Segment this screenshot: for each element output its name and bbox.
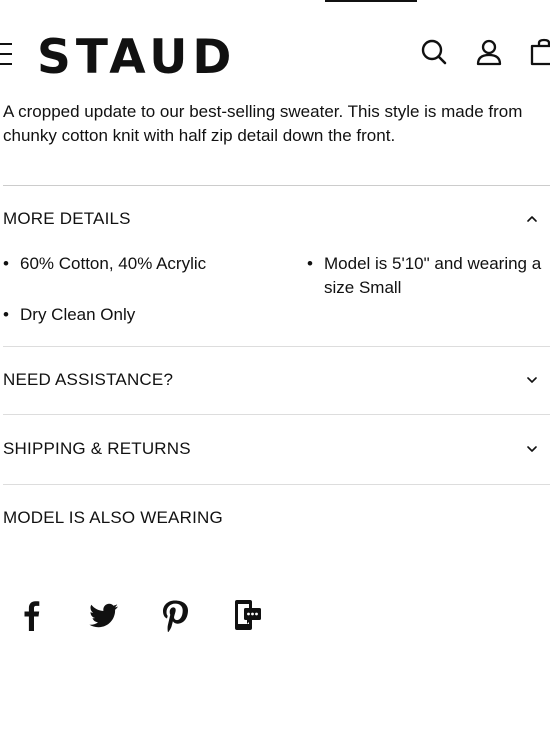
pinterest-icon[interactable] — [158, 598, 192, 632]
divider — [3, 484, 550, 485]
shipping-returns-title: SHIPPING & RETURNS — [3, 439, 191, 458]
divider — [3, 185, 550, 186]
search-icon[interactable] — [420, 38, 448, 66]
share-phone-icon[interactable] — [230, 598, 264, 632]
product-description: A cropped update to our best-selling swe… — [3, 102, 523, 145]
site-header: STAUD — [0, 0, 550, 100]
chevron-up-icon — [527, 216, 537, 222]
divider — [3, 414, 550, 415]
menu-icon[interactable] — [0, 43, 12, 65]
need-assistance-title: NEED ASSISTANCE? — [3, 370, 174, 389]
chevron-down-icon — [527, 377, 537, 383]
shipping-returns-toggle[interactable]: SHIPPING & RETURNS — [3, 429, 550, 469]
model-also-wearing-title: MODEL IS ALSO WEARING — [3, 508, 223, 527]
twitter-icon[interactable] — [87, 598, 121, 632]
detail-item: Dry Clean Only — [3, 303, 280, 327]
detail-item: Model is 5'10" and wearing a size Small — [307, 252, 550, 300]
brand-logo[interactable]: STAUD — [37, 28, 236, 88]
chevron-down-icon — [527, 446, 537, 452]
detail-item: 60% Cotton, 40% Acrylic — [3, 252, 280, 276]
account-icon[interactable] — [475, 38, 503, 66]
bag-icon[interactable] — [530, 38, 550, 66]
facebook-icon[interactable] — [15, 598, 49, 632]
divider — [3, 346, 550, 347]
more-details-title: MORE DETAILS — [3, 209, 131, 228]
need-assistance-toggle[interactable]: NEED ASSISTANCE? — [3, 360, 550, 400]
more-details-toggle[interactable]: MORE DETAILS — [3, 199, 550, 239]
model-also-wearing: MODEL IS ALSO WEARING — [3, 498, 550, 538]
